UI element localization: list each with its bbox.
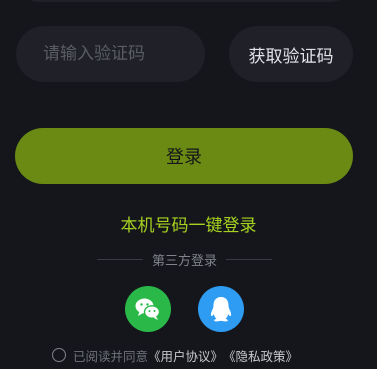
agreement-row: 已阅读并同意 《用户协议》 《隐私政策》 bbox=[52, 345, 298, 365]
agreement-checkbox[interactable] bbox=[52, 348, 66, 362]
login-button[interactable]: 登录 bbox=[15, 128, 353, 184]
login-screen: 获取验证码 登录 本机号码一键登录 第三方登录 已阅读并同意 《用户协议》 《隐… bbox=[0, 0, 377, 369]
verification-code-field[interactable] bbox=[16, 26, 205, 82]
divider-line-left bbox=[97, 258, 143, 260]
privacy-policy-link[interactable]: 《隐私政策》 bbox=[223, 346, 298, 365]
third-party-label: 第三方登录 bbox=[152, 253, 218, 269]
divider-line-right bbox=[226, 258, 273, 260]
wechat-icon bbox=[135, 298, 161, 320]
get-code-button[interactable]: 获取验证码 bbox=[229, 26, 353, 82]
wechat-login-button[interactable] bbox=[125, 286, 171, 332]
phone-field[interactable] bbox=[16, 0, 353, 2]
qq-login-button[interactable] bbox=[198, 286, 244, 332]
verification-code-input[interactable] bbox=[43, 44, 193, 64]
one-click-login-link[interactable]: 本机号码一键登录 bbox=[0, 211, 377, 236]
third-party-divider: 第三方登录 bbox=[97, 250, 273, 269]
agreement-prefix: 已阅读并同意 bbox=[73, 348, 149, 364]
qq-icon bbox=[210, 297, 232, 322]
user-agreement-link[interactable]: 《用户协议》 bbox=[148, 346, 223, 365]
